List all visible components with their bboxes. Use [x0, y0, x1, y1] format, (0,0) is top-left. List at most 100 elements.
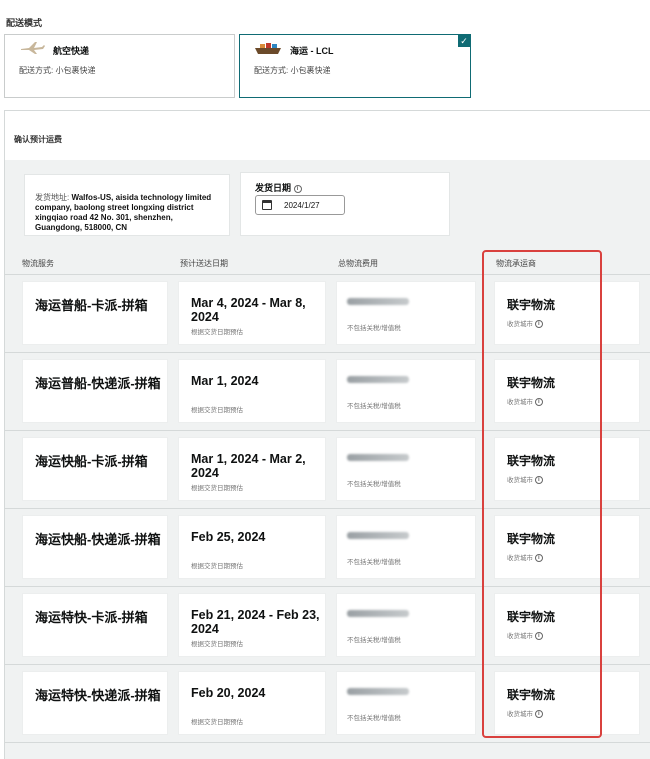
- ship-from-address: 发货地址: Walfos-US, aisida technology limit…: [24, 174, 230, 236]
- carrier-note: 收货城市: [507, 711, 533, 718]
- ship-date-box: 发货日期 i 2024/1/27: [240, 172, 450, 236]
- airplane-icon: [19, 41, 45, 60]
- address-label: 发货地址:: [35, 193, 70, 202]
- carrier-name: 联宇物流: [507, 298, 556, 312]
- info-icon[interactable]: i: [293, 184, 302, 193]
- service-cell: 海运快船-快递派-拼箱: [22, 515, 168, 579]
- carrier-note: 收货城市: [507, 321, 533, 328]
- calendar-icon[interactable]: [262, 200, 272, 210]
- carrier-note-row: 收货城市 i: [507, 396, 543, 407]
- delivery-date-note: 根据交货日期预估: [191, 407, 243, 414]
- carrier-cell: 联宇物流 收货城市 i: [494, 593, 640, 657]
- delivery-date: Mar 1, 2024: [191, 374, 259, 388]
- date-cell: Feb 20, 2024 根据交货日期预估: [178, 671, 326, 735]
- service-name: 海运普船-快递派-拼箱: [35, 376, 161, 391]
- date-cell: Mar 1, 2024 - Mar 2, 2024 根据交货日期预估: [178, 437, 326, 501]
- carrier-note-row: 收货城市 i: [507, 708, 543, 719]
- ship-date-input[interactable]: 2024/1/27: [255, 195, 345, 215]
- delivery-date-note: 根据交货日期预估: [191, 329, 243, 336]
- confirm-estimate-title: 确认预计运费: [14, 135, 62, 144]
- carrier-name: 联宇物流: [507, 376, 556, 390]
- carrier-note: 收货城市: [507, 399, 533, 406]
- info-icon[interactable]: i: [534, 710, 543, 719]
- date-cell: Feb 21, 2024 - Feb 23, 2024 根据交货日期预估: [178, 593, 326, 657]
- fee-note: 不包括关税/增值税: [347, 715, 401, 722]
- blurred-fee: [347, 688, 409, 695]
- carrier-note-row: 收货城市 i: [507, 552, 543, 563]
- row-divider: [5, 352, 650, 353]
- mode-sea-lcl-card[interactable]: ✓ 海运 - LCL 配送方式: 小包裹快递: [239, 34, 471, 98]
- date-cell: Mar 4, 2024 - Mar 8, 2024 根据交货日期预估: [178, 281, 326, 345]
- fee-cell: 不包括关税/增值税: [336, 437, 476, 501]
- date-cell: Feb 25, 2024 根据交货日期预估: [178, 515, 326, 579]
- fee-note: 不包括关税/增值税: [347, 559, 401, 566]
- ship-icon: [254, 41, 282, 60]
- fee-note: 不包括关税/增值税: [347, 637, 401, 644]
- mode-sea-title: 海运 - LCL: [290, 46, 334, 56]
- carrier-note: 收货城市: [507, 477, 533, 484]
- ship-date-label: 发货日期: [255, 183, 292, 193]
- delivery-date: Feb 25, 2024: [191, 530, 266, 544]
- carrier-cell: 联宇物流收货城市 i: [494, 437, 640, 501]
- mode-sea-subtitle: 配送方式: 小包裹快递: [254, 66, 331, 75]
- ship-date-label-row: 发货日期 i: [255, 181, 302, 194]
- row-divider: [5, 742, 650, 743]
- info-icon[interactable]: i: [534, 632, 543, 641]
- service-name: 海运特快-快递派-拼箱: [35, 688, 161, 703]
- fee-cell: 不包括关税/增值税: [336, 515, 476, 579]
- carrier-note: 收货城市: [507, 555, 533, 562]
- service-name: 海运快船-快递派-拼箱: [35, 532, 161, 547]
- service-name: 海运特快-卡派-拼箱: [35, 610, 148, 625]
- carrier-cell: 联宇物流收货城市 i: [494, 281, 640, 345]
- blurred-fee: [347, 376, 409, 383]
- row-divider: [5, 508, 650, 509]
- service-cell: 海运普船-快递派-拼箱: [22, 359, 168, 423]
- delivery-date-note: 根据交货日期预估: [191, 563, 243, 570]
- carrier-note-row: 收货城市 i: [507, 474, 543, 485]
- fee-note: 不包括关税/增值税: [347, 325, 401, 332]
- service-cell: 海运普船-卡派-拼箱: [22, 281, 168, 345]
- info-icon[interactable]: i: [534, 554, 543, 563]
- fee-cell: 不包括关税/增值税: [336, 281, 476, 345]
- fee-cell: 不包括关税/增值税: [336, 359, 476, 423]
- service-cell: 海运快船-卡派-拼箱: [22, 437, 168, 501]
- blurred-fee: [347, 298, 409, 305]
- carrier-name: 联宇物流: [507, 454, 556, 468]
- row-divider: [5, 586, 650, 587]
- checkmark-icon: ✓: [458, 35, 470, 47]
- delivery-date: Mar 1, 2024 - Mar 2, 2024: [191, 452, 306, 480]
- ship-date-value: 2024/1/27: [284, 201, 320, 210]
- fee-cell: 不包括关税/增值税: [336, 593, 476, 657]
- carrier-cell: 联宇物流收货城市 i: [494, 515, 640, 579]
- info-icon[interactable]: i: [534, 398, 543, 407]
- service-cell: 海运特快-快递派-拼箱: [22, 671, 168, 735]
- delivery-date-note: 根据交货日期预估: [191, 641, 243, 648]
- blurred-fee: [347, 532, 409, 539]
- mode-air-title: 航空快递: [53, 46, 90, 56]
- info-icon[interactable]: i: [534, 320, 543, 329]
- carrier-name: 联宇物流: [507, 532, 556, 546]
- fee-note: 不包括关税/增值税: [347, 403, 401, 410]
- delivery-date-note: 根据交货日期预估: [191, 719, 243, 726]
- date-cell: Mar 1, 2024 根据交货日期预估: [178, 359, 326, 423]
- carrier-note: 收货城市: [507, 633, 533, 640]
- col-header-service: 物流服务: [22, 259, 54, 268]
- col-header-total-fee: 总物流费用: [338, 259, 378, 268]
- delivery-mode-label: 配送模式: [6, 18, 43, 28]
- mode-air-express-card[interactable]: 航空快递 配送方式: 小包裹快递: [4, 34, 235, 98]
- col-header-delivery-date: 预计送达日期: [180, 259, 228, 268]
- service-name: 海运快船-卡派-拼箱: [35, 454, 148, 469]
- fee-cell: 不包括关税/增值税: [336, 671, 476, 735]
- delivery-date: Mar 4, 2024 - Mar 8, 2024: [191, 296, 306, 324]
- row-divider: [5, 430, 650, 431]
- row-divider: [5, 664, 650, 665]
- carrier-cell: 联宇物流 收货城市 i: [494, 671, 640, 735]
- blurred-fee: [347, 454, 409, 461]
- carrier-cell: 联宇物流收货城市 i: [494, 359, 640, 423]
- carrier-note-row: 收货城市 i: [507, 630, 543, 641]
- delivery-date-note: 根据交货日期预估: [191, 485, 243, 492]
- mode-air-subtitle: 配送方式: 小包裹快递: [19, 66, 96, 75]
- fee-note: 不包括关税/增值税: [347, 481, 401, 488]
- info-icon[interactable]: i: [534, 476, 543, 485]
- row-divider: [5, 274, 650, 275]
